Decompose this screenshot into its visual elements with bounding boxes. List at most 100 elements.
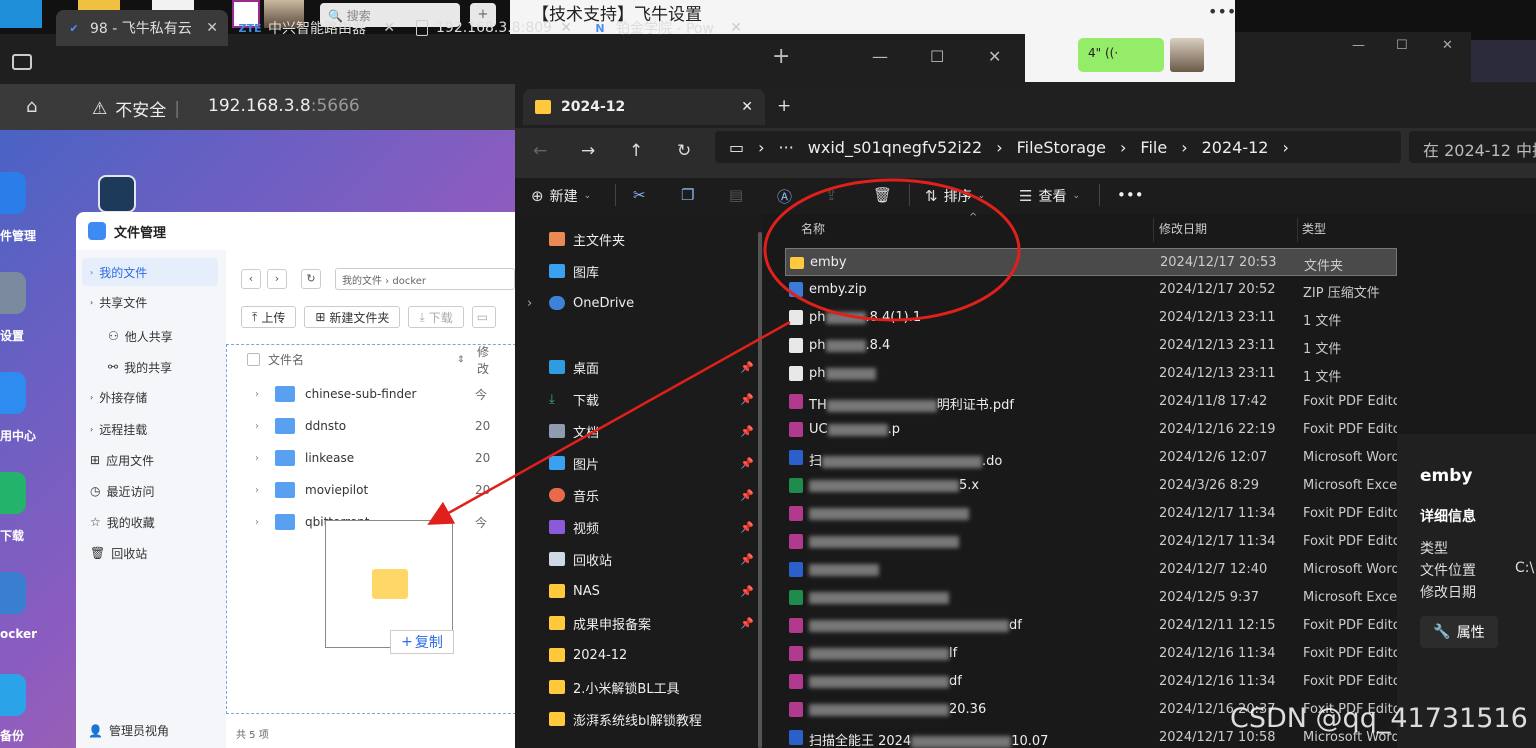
overflow-icon[interactable]: ··· (779, 138, 794, 157)
browser-tab-router[interactable]: 192.168.3.8:809 ✕ (406, 10, 582, 46)
path-segment[interactable]: 2024-12 (1202, 138, 1269, 157)
file-row[interactable]: 2024/12/7 12:40 Microsoft Word (785, 556, 1400, 584)
upload-button[interactable]: ⤒ 上传 (241, 306, 297, 328)
file-row[interactable]: ph .8.4(1).1 2024/12/13 23:11 1 文件 (785, 304, 1397, 332)
explorer-tab[interactable]: 2024-12 ✕ (523, 89, 765, 125)
sidebar-item-documents[interactable]: 文档 📌 (549, 416, 754, 446)
browser-tab-notion[interactable]: N 铂金学院 - Pow ✕ (582, 10, 752, 46)
file-row[interactable]: ph .8.4 2024/12/13 23:11 1 文件 (785, 332, 1397, 360)
close-icon[interactable]: ✕ (206, 20, 218, 36)
forward-arrow-icon[interactable]: → (581, 141, 595, 161)
resource-monitor-icon[interactable] (98, 175, 136, 213)
close-icon[interactable]: ✕ (560, 20, 572, 36)
file-row[interactable]: emby 2024/12/17 20:53 文件夹 (785, 248, 1397, 276)
avatar[interactable] (1170, 38, 1204, 72)
sidebar-item-recent[interactable]: ◷ 最近访问 (82, 477, 218, 505)
pin-icon[interactable]: 📌 (740, 521, 754, 534)
path-segment[interactable]: File (1140, 138, 1167, 157)
security-indicator[interactable]: ⚠ 不安全 | (92, 96, 180, 122)
file-row[interactable]: 2024/12/5 9:37 Microsoft Excel (785, 584, 1401, 612)
share-button[interactable]: ⇪ (825, 186, 838, 204)
file-row[interactable]: 5.x 2024/3/26 8:29 Microsoft Excel (785, 472, 1401, 500)
divider[interactable] (1297, 218, 1298, 242)
list-item[interactable]: › ddnsto 20 (255, 412, 517, 440)
app-store-icon[interactable] (0, 372, 26, 414)
sidebar-item-onedrive[interactable]: › OneDrive (527, 288, 754, 318)
divider[interactable] (1153, 218, 1154, 242)
sidebar-item-desktop[interactable]: 桌面 📌 (549, 352, 754, 382)
breadcrumb[interactable]: 我的文件 › docker (335, 268, 515, 290)
sidebar-item-remote-mount[interactable]: › 远程挂载 (82, 415, 218, 443)
copy-button[interactable]: ❐ (681, 186, 694, 204)
back-button[interactable]: ‹ (241, 269, 261, 289)
admin-view-toggle[interactable]: 👤 管理员视角 (88, 722, 169, 739)
up-arrow-icon[interactable]: ↑ (629, 141, 643, 161)
column-header-name[interactable]: 名称 (801, 220, 825, 237)
sidebar-toggle-icon[interactable] (12, 54, 32, 70)
chevron-right-icon[interactable]: › (527, 296, 532, 311)
sidebar-item-gallery[interactable]: 图库 (549, 256, 754, 286)
close-icon[interactable]: ✕ (741, 99, 753, 115)
backup-app-icon[interactable] (0, 674, 26, 716)
sidebar-scrollbar[interactable] (758, 232, 762, 748)
sort-icon[interactable]: ⇕ (457, 355, 465, 365)
pin-icon[interactable]: 📌 (740, 617, 754, 630)
sidebar-item-videos[interactable]: 视频 📌 (549, 512, 754, 542)
pin-icon[interactable]: 📌 (740, 393, 754, 406)
new-folder-button[interactable]: ⊞ 新建文件夹 (304, 306, 401, 328)
list-item[interactable]: › linkease 20 (255, 444, 517, 472)
file-row[interactable]: df 2024/12/16 11:34 Foxit PDF Editor (785, 668, 1406, 696)
rename-button[interactable]: Ⓐ (777, 186, 792, 207)
search-input[interactable]: 在 2024-12 中搜索 (1409, 131, 1536, 163)
select-all-checkbox[interactable] (247, 353, 260, 366)
address-path[interactable]: ▭ › ··· wxid_s01qnegfv52i22 › FileStorag… (715, 131, 1401, 163)
refresh-icon[interactable]: ↻ (677, 141, 691, 161)
sidebar-item-2024-12[interactable]: 2024-12 (549, 640, 754, 670)
file-row[interactable]: df 2024/12/11 12:15 Foxit PDF Editor (785, 612, 1406, 640)
sidebar-item-filing[interactable]: 成果申报备案 📌 (549, 608, 754, 638)
pin-icon[interactable]: 📌 (740, 489, 754, 502)
sidebar-item-app-files[interactable]: ⊞ 应用文件 (82, 446, 218, 474)
forward-button[interactable]: › (267, 269, 287, 289)
download-button[interactable]: ⤓ 下载 (408, 306, 464, 328)
browser-tab-zte[interactable]: ZTE 中兴智能路由器 ✕ (230, 10, 405, 46)
sidebar-item-shared-with-me[interactable]: ⚇ 他人共享 (82, 322, 218, 350)
browser-tab-feiniu[interactable]: ✔ 98 - 飞牛私有云 ✕ (56, 10, 228, 46)
close-icon[interactable]: ✕ (730, 20, 742, 36)
download-app-icon[interactable] (0, 472, 26, 514)
sidebar-item-recycle-bin[interactable]: 🗑 回收站 (82, 539, 218, 567)
properties-button[interactable]: 🔧 属性 (1420, 616, 1498, 648)
delete-button[interactable]: ▭ (471, 306, 496, 328)
pin-icon[interactable]: 📌 (740, 585, 754, 598)
sidebar-item-nas[interactable]: NAS 📌 (549, 576, 754, 606)
new-tab-button[interactable]: + (777, 96, 791, 116)
sidebar-item-unlock-tool[interactable]: 2.小米解锁BL工具 (549, 672, 754, 702)
path-segment[interactable]: FileStorage (1017, 138, 1106, 157)
sidebar-item-unlock-guide[interactable]: 澎湃系统线bl解锁教程 (549, 704, 754, 734)
sidebar-item-external-storage[interactable]: › 外接存储 (82, 383, 218, 411)
list-item[interactable]: › chinese-sub-finder 今 (255, 380, 517, 408)
sidebar-item-music[interactable]: 音乐 📌 (549, 480, 754, 510)
new-tab-button[interactable]: + (772, 44, 790, 69)
settings-app-icon[interactable] (0, 272, 26, 314)
pin-icon[interactable]: 📌 (740, 553, 754, 566)
maximize-icon[interactable]: ☐ (1396, 38, 1408, 53)
pin-icon[interactable]: 📌 (740, 457, 754, 470)
cut-button[interactable]: ✂ (633, 186, 646, 204)
view-button[interactable]: ☰ 查看 ⌄ (1019, 186, 1080, 206)
file-row[interactable]: 2024/12/17 11:34 Foxit PDF Editor (785, 528, 1406, 556)
file-row[interactable]: 扫 .do 2024/12/6 12:07 Microsoft Word (785, 444, 1400, 472)
list-item[interactable]: › moviepilot 20 (255, 476, 517, 504)
file-row[interactable]: TH 明利证书.pdf 2024/11/8 17:42 Foxit PDF Edito… (785, 388, 1406, 416)
file-row[interactable]: 2024/12/17 11:34 Foxit PDF Editor (785, 500, 1406, 528)
column-header-type[interactable]: 类型 (1302, 220, 1326, 237)
url-field[interactable]: 192.168.3.8:5666 (208, 96, 360, 116)
back-arrow-icon[interactable]: ← (533, 141, 547, 161)
close-icon[interactable]: ✕ (1442, 38, 1453, 53)
file-manager-app-icon[interactable] (0, 172, 26, 214)
delete-button[interactable]: 🗑 (873, 186, 892, 204)
more-icon[interactable]: ••• (1208, 2, 1236, 21)
file-row[interactable]: lf 2024/12/16 11:34 Foxit PDF Editor (785, 640, 1406, 668)
sidebar-item-pictures[interactable]: 图片 📌 (549, 448, 754, 478)
file-row[interactable]: UC .p 2024/12/16 22:19 Foxit PDF Editor (785, 416, 1406, 444)
